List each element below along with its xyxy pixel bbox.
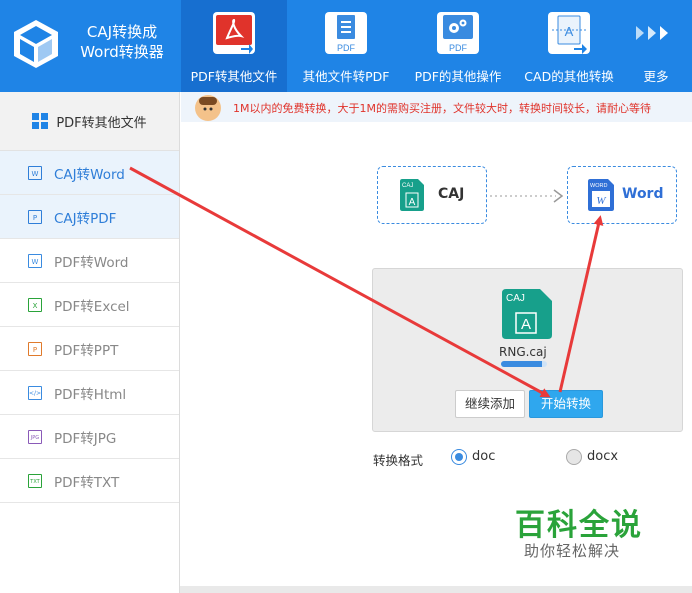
sidebar-item-label: CAJ转Word: [54, 166, 125, 183]
file-name: RNG.caj: [499, 345, 547, 359]
sidebar-item-pdf-to-txt[interactable]: TXT PDF转TXT: [0, 459, 179, 503]
pdf-file-icon: P: [28, 209, 42, 224]
target-format-label: Word: [622, 186, 664, 202]
nav-label: CAD的其他转换: [524, 69, 614, 84]
sidebar-item-pdf-to-excel[interactable]: X PDF转Excel: [0, 283, 179, 327]
sidebar-header: PDF转其他文件: [0, 92, 179, 151]
word-badge: WORD: [590, 183, 607, 189]
add-more-button[interactable]: 继续添加: [455, 390, 525, 418]
sidebar-item-caj-to-pdf[interactable]: P CAJ转PDF: [0, 195, 179, 239]
svg-text:A: A: [565, 24, 574, 39]
nav-label: 其他文件转PDF: [302, 69, 390, 84]
caj-file-icon: A CAJ: [502, 289, 552, 339]
pdf-icon-caption: PDF: [337, 43, 356, 53]
sidebar-item-pdf-to-ppt[interactable]: P PDF转PPT: [0, 327, 179, 371]
caj-badge: CAJ: [402, 183, 413, 189]
convert-direction-arrow: [490, 189, 564, 203]
nav-cad-conversion[interactable]: A CAD的其他转换: [516, 0, 622, 92]
nav-label: PDF的其他操作: [414, 69, 502, 84]
nav-label: PDF转其他文件: [190, 69, 278, 84]
app-title-line1: CAJ转换成: [86, 23, 158, 41]
caj-file-icon: A CAJ: [400, 179, 424, 211]
file-drop-zone[interactable]: A CAJ RNG.caj 继续添加 开始转换: [372, 268, 683, 432]
sidebar: PDF转其他文件 W CAJ转Word P CAJ转PDF W PDF转Word…: [0, 92, 180, 593]
doc-to-pdf-icon: PDF: [325, 12, 367, 54]
sidebar-header-label: PDF转其他文件: [56, 115, 147, 131]
sidebar-item-label: PDF转Word: [54, 254, 129, 271]
ppt-file-icon: P: [28, 341, 42, 356]
source-format-box: A CAJ CAJ: [377, 166, 487, 224]
word-file-icon: W WORD: [588, 179, 614, 211]
sidebar-item-label: PDF转Html: [54, 386, 127, 403]
mascot-icon: [195, 95, 221, 121]
nav-label: 更多: [643, 69, 669, 84]
start-convert-button[interactable]: 开始转换: [529, 390, 603, 418]
app-title-line2: Word转换器: [80, 43, 164, 61]
jpg-file-icon: JPG: [28, 429, 42, 444]
nav-pdf-to-other[interactable]: PDF转其他文件: [181, 0, 287, 92]
sidebar-item-label: PDF转TXT: [54, 474, 120, 491]
notice-bar: 1M以内的免费转换，大于1M的需购买注册，文件较大时，转换时间较长，请耐心等待: [181, 92, 692, 122]
word-file-icon: W: [28, 165, 42, 180]
watermark-title: 百科全说: [515, 508, 643, 543]
word-file-icon: W: [28, 253, 42, 268]
grid-icon: [32, 113, 49, 129]
format-option-doc: doc: [472, 449, 496, 464]
pdf-gear-icon: PDF: [437, 12, 479, 54]
file-glyph: A: [521, 316, 531, 333]
sidebar-item-caj-to-word[interactable]: W CAJ转Word: [0, 151, 179, 195]
txt-file-icon: TXT: [28, 473, 42, 488]
watermark-subtitle: 助你轻松解决: [524, 542, 621, 560]
pdf-acrobat-icon: [213, 12, 255, 54]
sidebar-item-label: PDF转JPG: [54, 430, 117, 447]
app-logo: CAJ转换成 Word转换器: [0, 0, 180, 92]
format-radio-docx[interactable]: [566, 449, 582, 465]
sidebar-item-pdf-to-word[interactable]: W PDF转Word: [0, 239, 179, 283]
pdf-icon-caption: PDF: [449, 43, 468, 53]
cube-logo-icon: [14, 20, 58, 68]
target-format-box: W WORD Word: [567, 166, 677, 224]
file-progress-bar: [501, 361, 547, 367]
sidebar-item-label: PDF转PPT: [54, 342, 119, 359]
sidebar-item-pdf-to-html[interactable]: </> PDF转Html: [0, 371, 179, 415]
file-progress-fill: [501, 361, 543, 367]
top-toolbar: CAJ转换成 Word转换器 PDF转其他文件 PDF 其他文件转PDF PDF: [0, 0, 692, 92]
notice-text: 1M以内的免费转换，大于1M的需购买注册，文件较大时，转换时间较长，请耐心等待: [233, 102, 651, 115]
sidebar-item-label: CAJ转PDF: [54, 210, 117, 227]
source-format-label: CAJ: [438, 186, 465, 202]
format-option-docx: docx: [587, 449, 619, 464]
more-arrows-icon: [636, 26, 668, 40]
nav-more[interactable]: 更多: [628, 0, 684, 92]
sidebar-item-label: PDF转Excel: [54, 298, 130, 315]
format-label: 转换格式: [373, 453, 424, 468]
cad-icon: A: [548, 12, 590, 54]
file-badge: CAJ: [506, 293, 525, 304]
bottom-strip: [180, 586, 692, 593]
excel-file-icon: X: [28, 297, 42, 312]
format-radio-doc[interactable]: [451, 449, 467, 465]
caj-glyph: A: [409, 197, 416, 208]
nav-other-to-pdf[interactable]: PDF 其他文件转PDF: [294, 0, 398, 92]
html-file-icon: </>: [28, 385, 42, 400]
sidebar-item-pdf-to-jpg[interactable]: JPG PDF转JPG: [0, 415, 179, 459]
nav-pdf-operations[interactable]: PDF PDF的其他操作: [404, 0, 512, 92]
word-glyph: W: [596, 195, 606, 207]
